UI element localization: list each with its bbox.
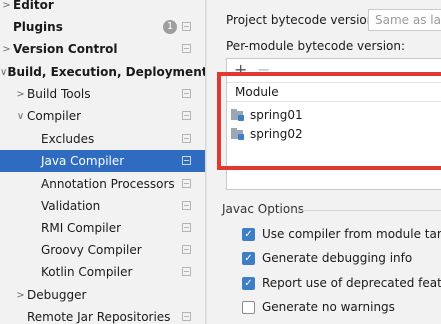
section-divider	[298, 210, 441, 211]
sidebar-item-annotation-processors[interactable]: Annotation Processors	[0, 173, 205, 195]
sidebar-item-excludes[interactable]: Excludes	[0, 128, 205, 150]
panel-divider	[206, 0, 207, 324]
javac-options-title: Javac Options	[222, 202, 305, 216]
option-label: Generate no warnings	[262, 300, 395, 314]
sidebar-item-debugger[interactable]: > Debugger	[0, 284, 205, 306]
settings-sidebar: > Editor Plugins 1 > Version Control ∨ B…	[0, 0, 206, 324]
sidebar-item-label: Build, Execution, Deployment	[7, 65, 206, 79]
sidebar-item-rmi-compiler[interactable]: RMI Compiler	[0, 217, 205, 239]
project-bytecode-label: Project bytecode version:	[226, 13, 379, 27]
sidebar-item-label: Annotation Processors	[41, 177, 175, 191]
project-scope-icon	[182, 44, 191, 53]
option-generate-no-warnings[interactable]: Generate no warnings	[242, 297, 395, 317]
sidebar-item-compiler[interactable]: ∨ Compiler	[0, 105, 205, 127]
sidebar-item-label: Debugger	[27, 288, 87, 302]
project-scope-icon	[182, 22, 191, 31]
option-generate-debugging-info[interactable]: ✓ Generate debugging info	[242, 248, 412, 268]
checkbox-checked-icon[interactable]: ✓	[242, 251, 255, 265]
sidebar-item-label: Remote Jar Repositories	[27, 310, 171, 324]
sidebar-item-label: Plugins	[13, 20, 63, 34]
sidebar-item-plugins[interactable]: Plugins 1	[0, 16, 205, 38]
chevron-right-icon[interactable]: >	[0, 44, 13, 55]
chevron-down-icon[interactable]: ∨	[14, 111, 27, 122]
sidebar-item-label: RMI Compiler	[41, 221, 122, 235]
sidebar-item-kotlin-compiler[interactable]: Kotlin Compiler	[0, 261, 205, 283]
project-scope-icon	[182, 89, 191, 98]
checkbox-checked-icon[interactable]: ✓	[242, 227, 255, 241]
chevron-right-icon[interactable]: >	[14, 290, 27, 301]
sidebar-item-editor[interactable]: > Editor	[0, 0, 205, 16]
option-use-module-target-jdk[interactable]: ✓ Use compiler from module target J	[242, 224, 441, 244]
sidebar-item-build-tools[interactable]: > Build Tools	[0, 83, 205, 105]
project-scope-icon	[182, 312, 191, 321]
sidebar-item-java-compiler[interactable]: Java Compiler	[0, 150, 205, 172]
project-scope-icon	[182, 267, 191, 276]
sidebar-item-label: Groovy Compiler	[41, 243, 142, 257]
sidebar-item-label: Java Compiler	[41, 154, 125, 168]
sidebar-item-groovy-compiler[interactable]: Groovy Compiler	[0, 239, 205, 261]
java-compiler-settings-panel: Project bytecode version: Same as lang P…	[206, 0, 441, 324]
chevron-right-icon[interactable]: >	[0, 0, 13, 11]
sidebar-item-label: Compiler	[27, 109, 82, 123]
sidebar-item-label: Version Control	[13, 42, 118, 56]
sidebar-item-label: Kotlin Compiler	[41, 265, 133, 279]
sidebar-item-remote-jar-repositories[interactable]: Remote Jar Repositories	[0, 306, 205, 324]
option-label: Use compiler from module target J	[262, 227, 441, 241]
sidebar-item-build-execution-deployment[interactable]: ∨ Build, Execution, Deployment	[0, 61, 205, 83]
sidebar-item-label: Build Tools	[27, 87, 91, 101]
sidebar-item-label: Validation	[41, 199, 101, 213]
project-scope-icon	[182, 179, 191, 188]
option-report-deprecated[interactable]: ✓ Report use of deprecated features	[242, 273, 441, 293]
project-scope-icon	[182, 201, 191, 210]
project-scope-icon	[182, 245, 191, 254]
per-module-bytecode-label: Per-module bytecode version:	[226, 39, 406, 53]
chevron-right-icon[interactable]: >	[14, 89, 27, 100]
red-highlight-box	[217, 72, 441, 170]
plugin-update-badge: 1	[163, 20, 177, 34]
sidebar-item-version-control[interactable]: > Version Control	[0, 38, 205, 60]
sidebar-item-label: Excludes	[41, 132, 95, 146]
sidebar-item-label: Editor	[13, 0, 54, 12]
sidebar-item-validation[interactable]: Validation	[0, 195, 205, 217]
checkbox-unchecked-icon[interactable]	[242, 300, 255, 314]
option-label: Generate debugging info	[262, 251, 413, 265]
project-scope-icon	[182, 111, 191, 120]
project-bytecode-version-select[interactable]: Same as lang	[368, 9, 441, 31]
option-label: Report use of deprecated features	[262, 276, 441, 290]
checkbox-checked-icon[interactable]: ✓	[242, 276, 255, 290]
project-scope-icon	[182, 134, 191, 143]
chevron-down-icon[interactable]: ∨	[0, 67, 7, 78]
project-scope-icon	[182, 156, 191, 165]
project-scope-icon	[182, 223, 191, 232]
